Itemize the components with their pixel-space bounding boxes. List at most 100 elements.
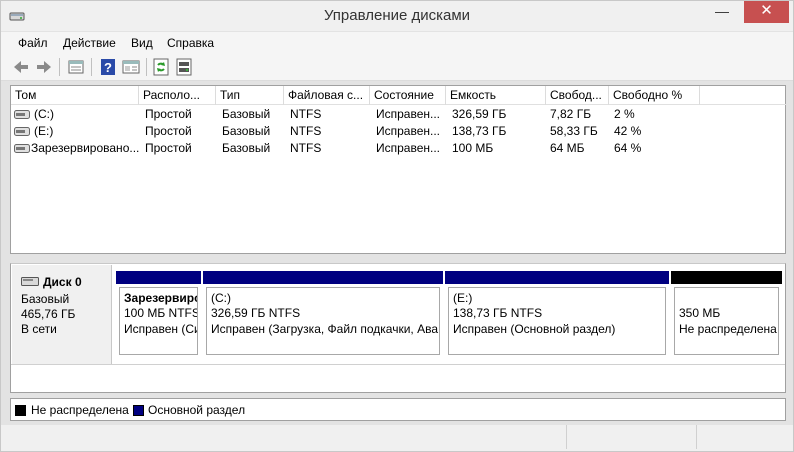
partition-size: 326,59 ГБ NTFS — [211, 306, 301, 320]
cell-filesystem: NTFS — [290, 124, 322, 138]
disk-state: В сети — [21, 322, 57, 336]
svg-text:?: ? — [104, 60, 112, 75]
partition-unallocated[interactable]: 350 МБ Не распределена — [671, 271, 782, 359]
status-bar — [1, 425, 793, 451]
status-segment — [566, 425, 696, 449]
column-header-free-percent[interactable]: Свободно % — [609, 86, 700, 105]
menu-action[interactable]: Действие — [63, 36, 116, 50]
column-header-capacity[interactable]: Емкость — [446, 86, 546, 105]
partition-type-bar — [116, 271, 201, 284]
menu-file[interactable]: Файл — [18, 36, 48, 50]
partition-size: 350 МБ — [679, 306, 721, 320]
menu-view[interactable]: Вид — [131, 36, 153, 50]
cell-layout: Простой — [145, 124, 192, 138]
title-bar[interactable]: Управление дисками — ✕ — [1, 1, 793, 31]
cell-capacity: 326,59 ГБ — [452, 107, 507, 121]
properties-list-icon[interactable] — [66, 57, 86, 77]
legend: Не распределена Основной раздел — [10, 398, 786, 421]
toolbar-separator — [146, 58, 147, 76]
partition-status: Исправен (Си — [124, 322, 198, 336]
disk-management-window: Управление дисками — ✕ Файл Действие Вид… — [0, 0, 794, 452]
help-icon[interactable]: ? — [98, 57, 118, 77]
cell-status: Исправен... — [376, 141, 441, 155]
cell-filesystem: NTFS — [290, 141, 322, 155]
partition-label: Зарезервиро — [124, 291, 198, 305]
legend-label-unallocated: Не распределена — [31, 403, 129, 417]
partition-body: (C:) 326,59 ГБ NTFS Исправен (Загрузка, … — [206, 287, 440, 355]
cell-type: Базовый — [222, 141, 271, 155]
console-pane-icon[interactable] — [121, 57, 141, 77]
drive-icon — [14, 127, 30, 136]
disk-info-panel[interactable]: Диск 0 Базовый 465,76 ГБ В сети — [12, 265, 112, 364]
cell-free-percent: 42 % — [614, 124, 642, 138]
partition-body: (E:) 138,73 ГБ NTFS Исправен (Основной р… — [448, 287, 666, 355]
cell-free-percent: 2 % — [614, 107, 635, 121]
window-title: Управление дисками — [323, 7, 471, 24]
partition-type-bar — [671, 271, 782, 284]
column-header-type[interactable]: Тип — [216, 86, 284, 105]
cell-volume: Зарезервировано... — [31, 141, 139, 155]
partition-type-bar — [445, 271, 669, 284]
partition-type-bar — [203, 271, 443, 284]
volume-list-header: Том Располо... Тип Файловая с... Состоян… — [11, 86, 787, 105]
disk-icon — [21, 277, 39, 286]
cell-status: Исправен... — [376, 107, 441, 121]
legend-label-primary: Основной раздел — [148, 403, 246, 417]
partition-body: Зарезервиро 100 МБ NTFS Исправен (Си — [119, 287, 198, 355]
menu-bar: Файл Действие Вид Справка — [1, 32, 793, 53]
disk-size: 465,76 ГБ — [21, 307, 76, 321]
disk-type: Базовый — [21, 292, 70, 306]
divider — [11, 364, 785, 365]
forward-arrow-icon[interactable] — [34, 57, 54, 77]
cell-free-percent: 64 % — [614, 141, 642, 155]
disk-name: Диск 0 — [43, 275, 82, 289]
cell-volume: (E:) — [34, 124, 54, 138]
partition-reserved[interactable]: Зарезервиро 100 МБ NTFS Исправен (Си — [116, 271, 201, 359]
toolbar: ? — [1, 53, 793, 81]
cell-capacity: 100 МБ — [452, 141, 494, 155]
menu-help[interactable]: Справка — [167, 36, 214, 50]
partition-label: (C:) — [211, 291, 231, 305]
close-button[interactable]: ✕ — [744, 1, 789, 23]
disk-settings-icon[interactable] — [174, 57, 194, 77]
volume-row[interactable]: (C:) Простой Базовый NTFS Исправен... 32… — [11, 106, 787, 123]
cell-type: Базовый — [222, 107, 271, 121]
cell-volume: (C:) — [34, 107, 54, 121]
legend-swatch-unallocated — [15, 405, 26, 416]
refresh-icon[interactable] — [151, 57, 171, 77]
partition-status: Исправен (Загрузка, Файл подкачки, Ава — [211, 322, 438, 336]
cell-type: Базовый — [222, 124, 271, 138]
column-header-status[interactable]: Состояние — [370, 86, 446, 105]
cell-capacity: 138,73 ГБ — [452, 124, 507, 138]
cell-status: Исправен... — [376, 124, 441, 138]
status-segment — [696, 425, 793, 449]
column-header-layout[interactable]: Располо... — [139, 86, 216, 105]
partition-body: 350 МБ Не распределена — [674, 287, 779, 355]
cell-free: 7,82 ГБ — [550, 107, 592, 121]
toolbar-separator — [59, 58, 60, 76]
partition-e[interactable]: (E:) 138,73 ГБ NTFS Исправен (Основной р… — [445, 271, 669, 359]
cell-free: 64 МБ — [550, 141, 585, 155]
partition-c[interactable]: (C:) 326,59 ГБ NTFS Исправен (Загрузка, … — [203, 271, 443, 359]
disk-graphical-view: Диск 0 Базовый 465,76 ГБ В сети Зарезерв… — [10, 263, 786, 393]
partition-status: Исправен (Основной раздел) — [453, 322, 616, 336]
toolbar-separator — [91, 58, 92, 76]
partition-status: Не распределена — [679, 322, 777, 336]
drive-icon — [14, 144, 30, 153]
partition-label: (E:) — [453, 291, 473, 305]
column-header-volume[interactable]: Том — [11, 86, 139, 105]
drive-icon — [14, 110, 30, 119]
column-header-filesystem[interactable]: Файловая с... — [284, 86, 370, 105]
minimize-button[interactable]: — — [708, 1, 736, 23]
partition-size: 138,73 ГБ NTFS — [453, 306, 543, 320]
column-header-free[interactable]: Свобод... — [546, 86, 609, 105]
volume-list[interactable]: Том Располо... Тип Файловая с... Состоян… — [10, 85, 787, 254]
cell-filesystem: NTFS — [290, 107, 322, 121]
partition-size: 100 МБ NTFS — [124, 306, 198, 320]
volume-row[interactable]: Зарезервировано... Простой Базовый NTFS … — [11, 140, 787, 157]
legend-swatch-primary — [133, 405, 144, 416]
cell-free: 58,33 ГБ — [550, 124, 598, 138]
cell-layout: Простой — [145, 141, 192, 155]
back-arrow-icon[interactable] — [11, 57, 31, 77]
volume-row[interactable]: (E:) Простой Базовый NTFS Исправен... 13… — [11, 123, 787, 140]
